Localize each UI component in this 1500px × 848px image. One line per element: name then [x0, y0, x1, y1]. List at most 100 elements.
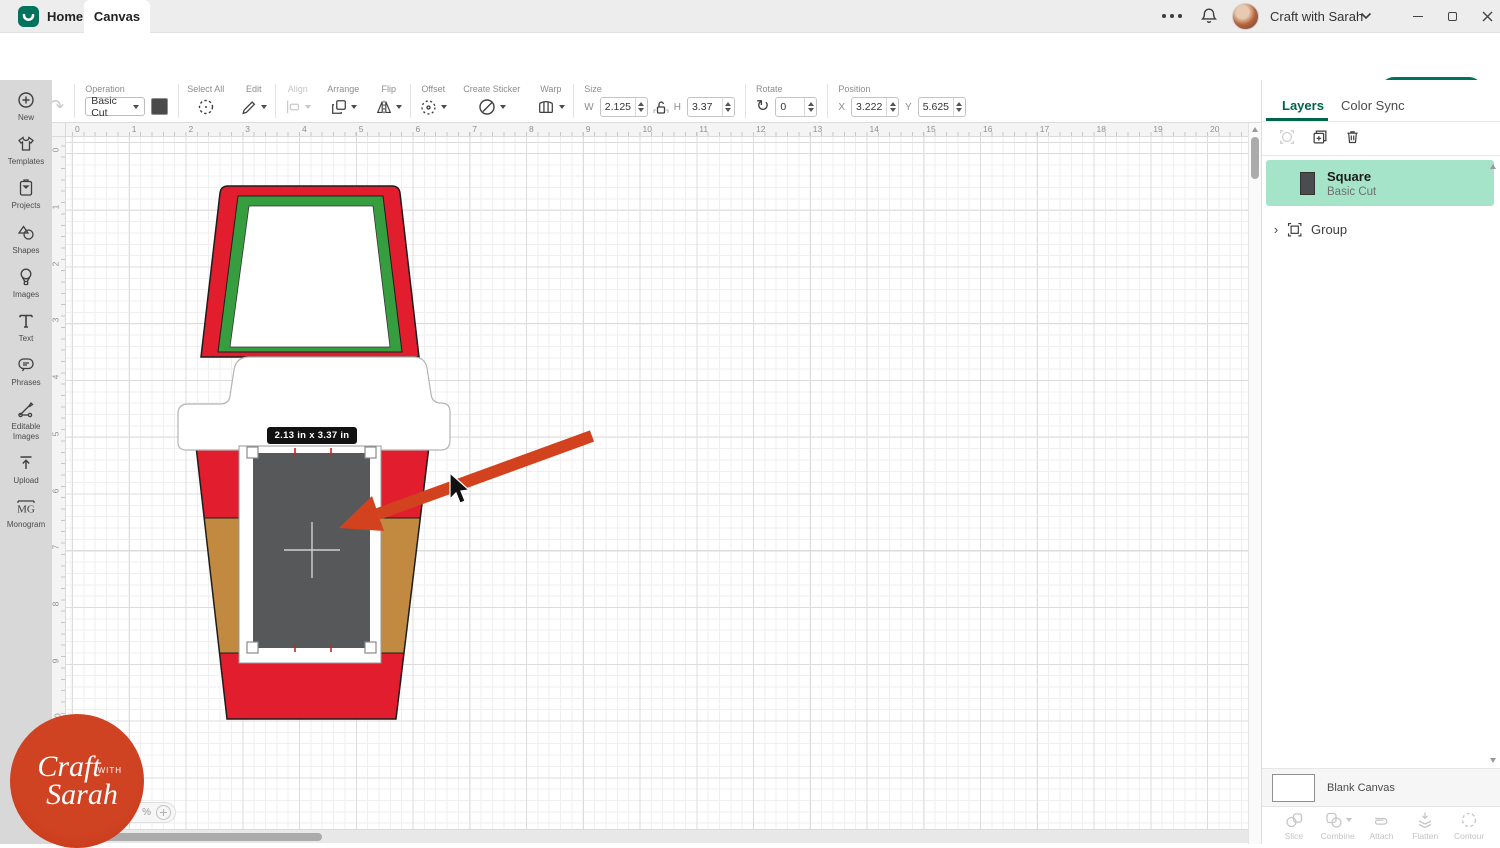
cricut-logo-icon [18, 6, 39, 27]
position-label: Position [838, 84, 870, 95]
contour-icon [1459, 810, 1479, 830]
projects-icon [16, 178, 36, 198]
sidebar-item-upload[interactable]: Upload [0, 453, 52, 485]
home-tab[interactable]: Home [18, 0, 83, 33]
blank-canvas-row[interactable]: Blank Canvas [1262, 768, 1500, 806]
window-minimize-button[interactable] [1410, 8, 1426, 24]
svg-text:MG: MG [17, 503, 35, 515]
rotate-icon[interactable]: ↻ [756, 99, 769, 115]
layer-row-square[interactable]: Square Basic Cut [1266, 160, 1494, 206]
warp-button[interactable]: Warp [528, 80, 573, 122]
layer-thumbnail [1300, 172, 1315, 195]
zoom-in-icon[interactable] [156, 805, 171, 820]
expand-chevron-icon[interactable]: › [1266, 222, 1286, 237]
sidebar-item-shapes[interactable]: Shapes [0, 223, 52, 255]
combine-button: Combine [1316, 810, 1360, 844]
logo-line3: Sarah [46, 780, 118, 810]
editable-images-icon [16, 399, 36, 419]
tab-layers[interactable]: Layers [1282, 98, 1324, 113]
templates-icon [16, 134, 36, 154]
height-stepper[interactable] [722, 98, 734, 116]
window-close-button[interactable] [1479, 8, 1495, 24]
delete-icon[interactable] [1344, 128, 1361, 146]
position-x-label: X [838, 102, 845, 113]
blank-canvas-label: Blank Canvas [1327, 782, 1395, 794]
sidebar-item-images[interactable]: Images [0, 267, 52, 299]
offset-caret-icon [441, 105, 447, 109]
home-tab-label: Home [47, 9, 83, 24]
layers-panel: Layers Color Sync Square Basic Cut › Gro… [1261, 80, 1500, 844]
flatten-icon [1415, 810, 1435, 830]
sidebar-item-editable-images[interactable]: Editable Images [0, 399, 52, 440]
edit-button[interactable]: Edit [232, 80, 275, 122]
select-all-icon [196, 97, 216, 117]
position-x-stepper[interactable] [886, 98, 898, 116]
edit-caret-icon [261, 105, 267, 109]
position-y-stepper[interactable] [953, 98, 965, 116]
account-avatar[interactable] [1232, 3, 1259, 30]
operation-value: Basic Cut [91, 95, 133, 119]
height-input[interactable]: 3.37 [687, 97, 735, 117]
create-sticker-label: Create Sticker [463, 84, 520, 95]
layer-row-group[interactable]: › Group [1266, 212, 1494, 246]
canvas-artwork[interactable] [66, 137, 1248, 829]
canvas-tab[interactable]: Canvas [84, 0, 150, 33]
width-stepper[interactable] [635, 98, 647, 116]
rotate-stepper[interactable] [804, 98, 816, 116]
sidebar-item-templates[interactable]: Templates [0, 134, 52, 166]
create-sticker-icon [477, 97, 497, 117]
flip-button[interactable]: Flip [367, 80, 410, 122]
sidebar-item-monogram[interactable]: MG Monogram [0, 497, 52, 529]
new-icon [16, 90, 36, 110]
layer-name: Square [1327, 169, 1376, 184]
warp-caret-icon [559, 105, 565, 109]
window-maximize-button[interactable] [1444, 8, 1460, 24]
arrange-icon [330, 98, 348, 116]
height-value: 3.37 [688, 101, 722, 113]
lock-open-icon[interactable] [653, 99, 669, 121]
design-top-white-panel[interactable] [230, 206, 390, 347]
tab-color-sync[interactable]: Color Sync [1341, 98, 1405, 113]
color-swatch[interactable] [151, 98, 168, 115]
text-icon [16, 311, 36, 331]
canvas-vertical-scrollbar[interactable] [1248, 123, 1261, 844]
operation-dropdown[interactable]: Basic Cut [85, 97, 145, 116]
vertical-scroll-thumb[interactable] [1251, 137, 1259, 179]
flatten-button: Flatten [1403, 810, 1447, 844]
edit-pencil-icon [240, 98, 258, 116]
select-all-button[interactable]: Select All [179, 80, 232, 122]
duplicate-icon[interactable] [1311, 128, 1329, 146]
sidebar-item-text[interactable]: Text [0, 311, 52, 343]
width-label: W [584, 102, 593, 113]
sidebar-item-new[interactable]: New [0, 90, 52, 122]
canvas-tab-label: Canvas [94, 9, 140, 24]
panel-scroll-up-icon[interactable] [1490, 164, 1496, 169]
group-icon [1286, 221, 1303, 238]
rotate-input[interactable]: 0 [775, 97, 817, 117]
canvas-horizontal-scrollbar[interactable] [52, 829, 1248, 843]
create-sticker-button[interactable]: Create Sticker [455, 80, 528, 122]
create-sticker-caret-icon [500, 105, 506, 109]
contour-button: Contour [1447, 810, 1491, 844]
account-chevron-down-icon[interactable] [1360, 12, 1372, 20]
account-name[interactable]: Craft with Sarah [1270, 9, 1363, 24]
offset-label: Offset [421, 84, 445, 95]
width-input[interactable]: 2.125 [600, 97, 648, 117]
sidebar-item-projects[interactable]: Projects [0, 178, 52, 210]
attach-icon [1370, 810, 1392, 830]
select-all-label: Select All [187, 84, 224, 95]
project-header: Untitled Project* Save My Stuff Maker 3 … [0, 33, 1500, 80]
sidebar-item-phrases[interactable]: Phrases [0, 355, 52, 387]
shapes-icon [16, 223, 36, 243]
offset-button[interactable]: Offset [411, 80, 455, 122]
position-x-value: 3.222 [852, 101, 886, 113]
notifications-bell-icon[interactable] [1199, 6, 1219, 26]
arrange-button[interactable]: Arrange [319, 80, 367, 122]
panel-scroll-down-icon[interactable] [1490, 758, 1496, 763]
position-x-input[interactable]: 3.222 [851, 97, 899, 117]
more-menu-icon[interactable] [1162, 14, 1182, 18]
position-y-input[interactable]: 5.625 [918, 97, 966, 117]
position-y-value: 5.625 [919, 101, 953, 113]
align-label: Align [288, 84, 308, 95]
scroll-up-icon[interactable] [1252, 127, 1258, 132]
